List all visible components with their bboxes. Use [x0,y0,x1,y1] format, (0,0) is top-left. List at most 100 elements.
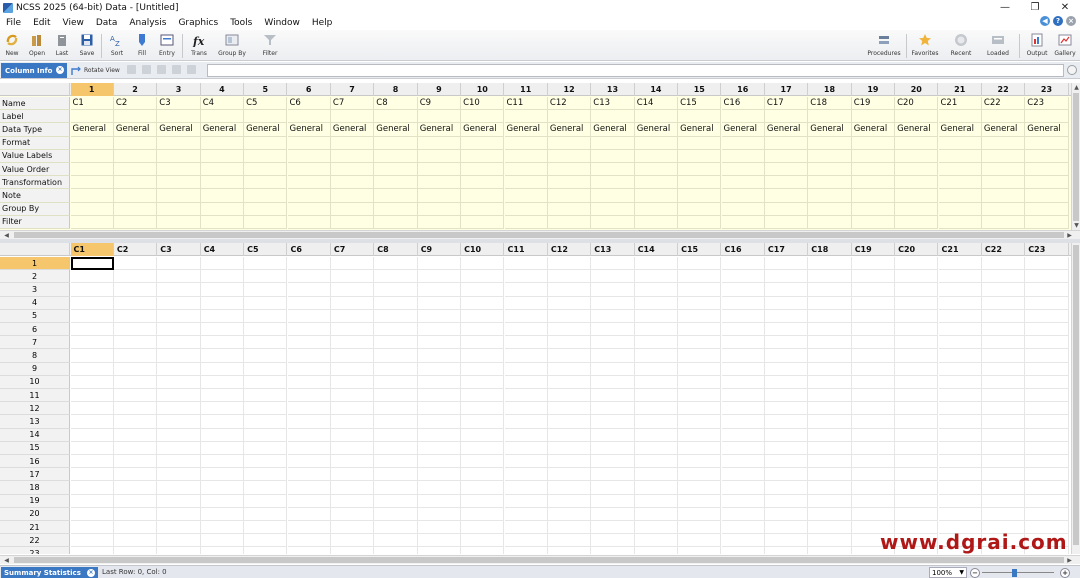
data-cell[interactable] [287,375,331,389]
data-cell[interactable] [851,428,896,442]
data-cell[interactable] [157,481,201,495]
menu-data[interactable]: Data [90,18,124,28]
info-cell[interactable] [981,202,1026,216]
info-cell[interactable] [244,215,288,229]
data-cell[interactable] [634,336,679,350]
data-cell[interactable] [244,257,288,271]
info-cell[interactable] [417,136,462,150]
data-cell[interactable] [287,494,331,508]
data-cell[interactable] [808,521,852,535]
info-cell[interactable] [70,163,114,177]
info-cell[interactable] [374,110,418,124]
data-cell[interactable] [721,309,765,323]
info-cell[interactable] [330,189,375,203]
row-number[interactable]: 20 [0,507,70,521]
data-cell[interactable] [244,415,288,429]
data-cell[interactable] [461,323,505,337]
data-cell[interactable] [591,283,635,297]
data-cell[interactable] [895,428,939,442]
info-cell[interactable] [461,110,505,124]
open-button[interactable]: Open [25,32,49,59]
data-cell[interactable] [634,323,679,337]
data-cell[interactable] [678,468,722,482]
data-cell[interactable] [851,257,896,271]
data-cell[interactable] [461,402,505,416]
data-cell[interactable] [634,296,679,310]
data-cell[interactable] [244,389,288,403]
data-cell[interactable] [157,296,201,310]
data-cell[interactable] [591,521,635,535]
data-cell[interactable] [504,507,548,521]
data-cell[interactable] [1025,389,1069,403]
info-cell[interactable] [721,110,765,124]
data-cell[interactable] [374,441,418,455]
info-cell[interactable] [244,149,288,163]
menu-help[interactable]: Help [306,18,339,28]
data-cell[interactable] [504,349,548,363]
data-cell[interactable] [244,375,288,389]
column-number-10[interactable]: 10 [461,83,505,96]
row-number[interactable]: 21 [0,521,70,535]
data-cell[interactable] [330,455,375,469]
column-number-5[interactable]: 5 [244,83,288,96]
info-cell[interactable] [547,149,592,163]
data-cell[interactable] [504,389,548,403]
info-cell[interactable] [591,215,635,229]
data-cell[interactable] [461,534,505,548]
data-cell[interactable] [374,296,418,310]
info-cell[interactable] [1025,215,1069,229]
data-cell[interactable] [895,257,939,271]
data-cell[interactable] [70,362,114,376]
data-cell[interactable] [591,481,635,495]
data-cell[interactable] [808,309,852,323]
data-cell[interactable] [591,336,635,350]
info-cell[interactable] [591,163,635,177]
scroll-left-arrow[interactable]: ◀ [2,556,11,565]
row-number[interactable]: 14 [0,428,70,442]
data-cell[interactable] [287,323,331,337]
info-cell[interactable] [244,202,288,216]
data-cell[interactable] [70,309,114,323]
undo-icon[interactable] [172,65,181,74]
info-cell[interactable] [721,189,765,203]
scroll-thumb[interactable] [1073,93,1079,221]
info-cell[interactable]: C1 [70,97,114,111]
info-cell[interactable] [417,215,462,229]
info-cell[interactable] [678,215,722,229]
data-cell[interactable] [113,257,158,271]
info-cell[interactable] [851,136,896,150]
data-cell[interactable] [547,323,592,337]
data-cell[interactable] [374,481,418,495]
data-cell[interactable] [634,481,679,495]
info-cell[interactable]: C19 [851,97,896,111]
data-cell[interactable] [157,534,201,548]
data-cell[interactable] [244,547,288,554]
column-header-c17[interactable]: C17 [765,243,809,256]
info-cell[interactable] [113,215,158,229]
info-cell[interactable]: C2 [113,97,158,111]
tab-summary-statistics[interactable]: Summary Statistics × [1,567,98,578]
data-cell[interactable] [71,547,114,554]
column-header-c7[interactable]: C7 [331,243,375,256]
data-cell[interactable] [461,362,505,376]
info-cell[interactable] [895,163,939,177]
data-cell[interactable] [113,389,158,403]
info-cell[interactable] [461,163,505,177]
data-cell[interactable] [157,415,201,429]
data-cell[interactable] [287,270,331,284]
data-cell[interactable] [417,415,462,429]
data-cell[interactable] [634,441,679,455]
info-cell[interactable]: C18 [808,97,852,111]
data-cell[interactable] [895,349,939,363]
data-cell[interactable] [851,349,896,363]
data-cell[interactable] [1025,494,1069,508]
data-cell[interactable] [200,375,245,389]
data-cell[interactable] [374,309,418,323]
save-button[interactable]: Save [75,32,99,59]
info-row-label[interactable]: Format [0,136,70,150]
info-cell[interactable] [113,136,158,150]
info-cell[interactable] [808,136,852,150]
data-cell[interactable] [938,455,982,469]
column-header-c18[interactable]: C18 [808,243,852,256]
info-cell[interactable] [113,110,158,124]
